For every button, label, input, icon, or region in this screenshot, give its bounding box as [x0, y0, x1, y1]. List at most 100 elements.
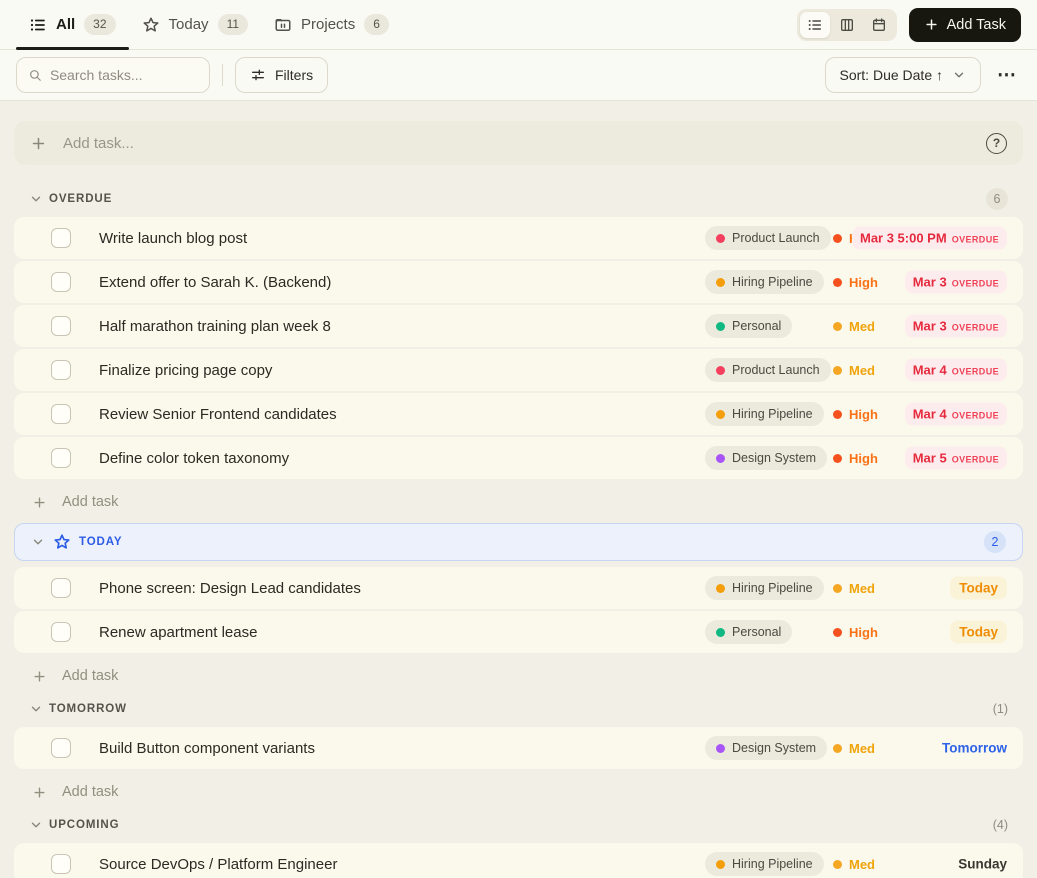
due-cell: Mar 5 OVERDUE: [904, 446, 1007, 470]
tag-pill[interactable]: Hiring Pipeline: [705, 576, 824, 600]
add-task-link[interactable]: Add task: [14, 779, 1023, 805]
board-view-button[interactable]: [832, 12, 862, 38]
task-row[interactable]: Define color token taxonomy Design Syste…: [14, 437, 1023, 479]
tag-pill[interactable]: Hiring Pipeline: [705, 402, 824, 426]
add-task-button[interactable]: Add Task: [908, 7, 1021, 42]
task-checkbox[interactable]: [51, 738, 71, 758]
tag-pill[interactable]: Personal: [705, 314, 793, 338]
priority-dot: [833, 743, 842, 753]
plus-icon: [34, 496, 45, 508]
tag-pill[interactable]: Personal: [705, 620, 793, 644]
task-section: OVERDUE 6 Write launch blog post Product…: [14, 187, 1023, 515]
section-header[interactable]: TODAY 2: [14, 523, 1023, 561]
task-row[interactable]: Review Senior Frontend candidates Hiring…: [14, 393, 1023, 435]
task-row[interactable]: Finalize pricing page copy Product Launc…: [14, 349, 1023, 391]
task-checkbox[interactable]: [51, 622, 71, 642]
priority-dot: [833, 583, 842, 593]
sort-label: Sort: Due Date ↑: [839, 67, 944, 83]
section-header[interactable]: TOMORROW (1): [14, 697, 1023, 721]
tag-pill[interactable]: Product Launch: [705, 226, 831, 250]
tag-label: Hiring Pipeline: [732, 407, 813, 421]
chevron-down-icon[interactable]: [29, 702, 43, 716]
due-status-badge: OVERDUE: [951, 322, 999, 333]
task-row[interactable]: Extend offer to Sarah K. (Backend) Hirin…: [14, 261, 1023, 303]
due-cell: Sunday: [905, 852, 1007, 876]
tag-cell: Hiring Pipeline: [705, 576, 833, 600]
task-meta: Hiring Pipeline High Mar 3 OVERDUE: [705, 261, 1007, 303]
tab-count-badge: 11: [217, 14, 249, 35]
search-input[interactable]: [49, 67, 198, 83]
tag-pill[interactable]: Hiring Pipeline: [705, 852, 824, 876]
tag-color-dot: [716, 743, 725, 753]
tab-label: Today: [168, 16, 209, 33]
chevron-down-icon[interactable]: [31, 535, 45, 549]
search-box[interactable]: [16, 57, 210, 93]
calendar-view-button[interactable]: [864, 12, 894, 38]
list-view-button[interactable]: [799, 11, 830, 38]
priority-dot: [833, 233, 842, 243]
task-checkbox[interactable]: [51, 578, 71, 598]
task-checkbox[interactable]: [51, 404, 71, 424]
task-row[interactable]: Half marathon training plan week 8 Perso…: [14, 305, 1023, 347]
chevron-down-icon[interactable]: [29, 818, 43, 832]
task-checkbox[interactable]: [51, 272, 71, 292]
help-icon[interactable]: ?: [986, 132, 1007, 154]
due-status-badge: OVERDUE: [951, 278, 999, 289]
due-status-badge: OVERDUE: [951, 454, 999, 465]
priority-indicator: High: [833, 625, 905, 640]
priority-indicator: High: [833, 407, 905, 422]
section-header[interactable]: UPCOMING (4): [14, 813, 1023, 837]
task-title: Finalize pricing page copy: [99, 361, 273, 379]
task-row[interactable]: Build Button component variants Design S…: [14, 727, 1023, 769]
priority-indicator: High: [833, 275, 905, 290]
tag-cell: Design System: [705, 736, 833, 760]
add-task-link[interactable]: Add task: [14, 489, 1023, 515]
task-meta: Hiring Pipeline Med Sunday: [705, 843, 1007, 878]
task-list: ? OVERDUE 6 Write launch blog post Produ…: [0, 101, 1037, 878]
priority-indicator: Med: [833, 741, 905, 756]
tab-bar: All 32 Today 11 Projects 6 Add Task: [0, 0, 1037, 50]
task-title: Renew apartment lease: [99, 623, 258, 641]
filters-button[interactable]: Filters: [235, 57, 329, 93]
add-task-link[interactable]: Add task: [14, 663, 1023, 689]
task-row[interactable]: Write launch blog post Product Launch Hi…: [14, 217, 1023, 259]
task-checkbox[interactable]: [51, 854, 71, 874]
due-pill: Today: [950, 576, 1007, 600]
add-task-link-label: Add task: [62, 494, 119, 510]
due-date: Mar 4: [912, 406, 947, 422]
task-title: Build Button component variants: [99, 739, 315, 757]
priority-indicator: Med: [833, 363, 905, 378]
tag-cell: Hiring Pipeline: [705, 852, 833, 876]
task-checkbox[interactable]: [51, 448, 71, 468]
tab-all[interactable]: All 32: [16, 0, 129, 50]
task-section: TODAY 2 Phone screen: Design Lead candid…: [14, 523, 1023, 689]
chevron-down-icon[interactable]: [29, 192, 43, 206]
due-pill: Today: [950, 620, 1007, 644]
tag-pill[interactable]: Design System: [705, 736, 828, 760]
task-checkbox[interactable]: [51, 360, 71, 380]
task-checkbox[interactable]: [51, 316, 71, 336]
more-options-button[interactable]: ⋯: [993, 64, 1021, 87]
add-task-button-label: Add Task: [946, 16, 1006, 33]
tab-projects[interactable]: Projects 6: [261, 0, 402, 49]
tag-pill[interactable]: Design System: [705, 446, 828, 470]
tag-pill[interactable]: Product Launch: [705, 358, 831, 382]
due-date: Mar 3 5:00 PM: [859, 230, 947, 246]
tag-color-dot: [716, 583, 725, 593]
tag-label: Hiring Pipeline: [732, 857, 813, 871]
section-rows: Source DevOps / Platform Engineer Hiring…: [14, 843, 1023, 878]
tag-color-dot: [716, 365, 725, 375]
task-row[interactable]: Source DevOps / Platform Engineer Hiring…: [14, 843, 1023, 878]
star-icon: [53, 533, 71, 551]
tag-pill[interactable]: Hiring Pipeline: [705, 270, 824, 294]
task-row[interactable]: Renew apartment lease Personal High Toda…: [14, 611, 1023, 653]
section-header[interactable]: OVERDUE 6: [14, 187, 1023, 211]
task-app: All 32 Today 11 Projects 6 Add Task Sear…: [0, 0, 1037, 878]
quick-add-row[interactable]: ?: [14, 121, 1023, 165]
sort-button[interactable]: Sort: Due Date ↑: [824, 57, 981, 93]
priority-label: High: [849, 450, 878, 466]
quick-add-input[interactable]: [63, 134, 970, 152]
task-checkbox[interactable]: [51, 228, 71, 248]
tab-today[interactable]: Today 11: [129, 0, 262, 49]
task-row[interactable]: Phone screen: Design Lead candidates Hir…: [14, 567, 1023, 609]
